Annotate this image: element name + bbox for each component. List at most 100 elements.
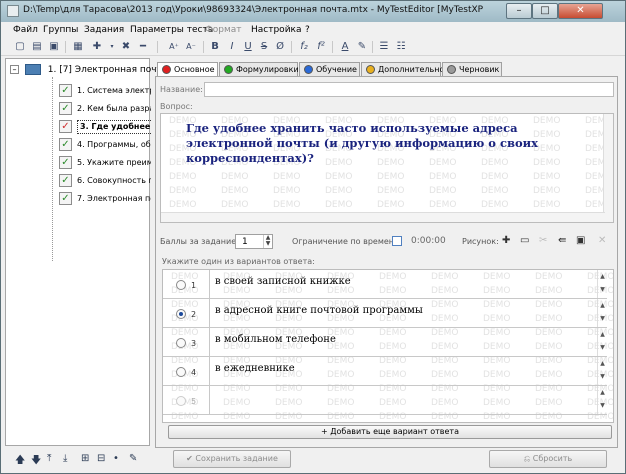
answer-radio[interactable] <box>176 338 186 348</box>
tab-draft[interactable]: Черновик <box>442 62 502 76</box>
demo-watermark-text: DEMO <box>325 186 353 196</box>
scroll-arrows-icon[interactable]: ▲ ▼ <box>597 386 607 414</box>
vertical-scrollbar[interactable] <box>603 114 613 222</box>
tab-label: Обучение <box>316 65 357 74</box>
menu-help[interactable]: ? <box>305 25 310 35</box>
menu-test-params[interactable]: Параметры теста <box>130 25 213 35</box>
folder-icon <box>24 64 41 75</box>
copy-icon[interactable]: ⇚ <box>558 235 566 246</box>
tree-root-group[interactable]: – 1. [7] Электронная почта <box>10 64 167 75</box>
menu-file[interactable]: Файл <box>13 25 38 35</box>
answer-field[interactable] <box>209 386 607 414</box>
demo-watermark-text: DEMO <box>325 200 353 210</box>
minus-icon[interactable]: ━ <box>136 40 150 54</box>
italic-icon[interactable]: I <box>225 40 239 54</box>
dropdown-arrow-icon[interactable]: ▾ <box>105 40 119 54</box>
tree-item[interactable]: ✓ 2. Кем была разработана <box>59 100 151 118</box>
add-picture-icon[interactable]: ✚ <box>502 235 510 246</box>
answer-text: в адресной книге почтовой программы <box>215 305 423 316</box>
tree-item[interactable]: ✓ 1. Система электронной почты <box>59 82 151 100</box>
tree-item-label: 4. Программы, обслуживающие <box>77 140 151 149</box>
tab-main[interactable]: Основное <box>157 62 218 77</box>
answer-row: 5 ▲ ▼ <box>163 386 607 415</box>
scroll-arrows-icon[interactable]: ▲ ▼ <box>597 328 607 356</box>
answer-radio[interactable] <box>176 280 186 290</box>
open-icon[interactable]: ▤ <box>30 40 44 54</box>
subscript-icon[interactable]: f₂ <box>297 40 311 54</box>
answer-radio[interactable] <box>176 396 186 406</box>
menu-bar: Файл Группы Задания Параметры теста Форм… <box>1 22 625 38</box>
task-check-icon: ✓ <box>59 192 72 205</box>
expand-all-icon[interactable]: ⊞ <box>81 453 89 464</box>
bold-icon[interactable]: B <box>208 40 222 54</box>
menu-tasks[interactable]: Задания <box>84 25 124 35</box>
task-check-icon: ✓ <box>59 102 72 115</box>
menu-groups[interactable]: Группы <box>43 25 78 35</box>
scroll-arrows-icon[interactable]: ▲ ▼ <box>597 270 607 298</box>
answers-label: Укажите один из вариантов ответа: <box>162 257 315 266</box>
task-check-icon: ✓ <box>59 156 72 169</box>
points-stepper[interactable]: 1 ▲ ▼ <box>235 234 273 249</box>
numbered-list-icon[interactable]: ☷ <box>394 40 408 54</box>
tab-additional[interactable]: Дополнительно <box>361 62 444 76</box>
move-up-icon[interactable]: 🡅 <box>15 453 25 470</box>
name-input[interactable] <box>204 82 614 97</box>
bullet-list-icon[interactable]: ☰ <box>377 40 391 54</box>
move-down-icon[interactable]: 🡇 <box>31 453 41 470</box>
tree-item[interactable]: ✓ 4. Программы, обслуживающие <box>59 136 151 154</box>
tab-training[interactable]: Обучение <box>299 62 360 76</box>
maximize-button[interactable]: □ <box>532 3 558 19</box>
tree-item-selected[interactable]: ✓ 3. Где удобнее хранить <box>59 118 151 136</box>
add-group-icon[interactable]: ▦ <box>71 40 85 54</box>
clear-format-icon[interactable]: Ø <box>273 40 287 54</box>
name-label: Название: <box>160 85 203 94</box>
add-task-icon[interactable]: ✚ <box>90 40 104 54</box>
answer-radio[interactable] <box>176 367 186 377</box>
save-task-button[interactable]: ✔ Сохранить задание <box>173 450 291 468</box>
delete-picture-icon[interactable]: ✕ <box>598 235 606 246</box>
increase-font-icon[interactable]: A⁺ <box>167 40 181 54</box>
tab-formulations[interactable]: Формулировки <box>219 62 299 76</box>
superscript-icon[interactable]: f² <box>314 40 328 54</box>
highlight-icon[interactable]: ✎ <box>355 40 369 54</box>
menu-settings[interactable]: Настройка <box>251 25 302 35</box>
strikethrough-icon[interactable]: S <box>257 40 271 54</box>
scroll-arrows-icon[interactable]: ▲ ▼ <box>597 357 607 385</box>
demo-watermark-text: DEMO <box>429 200 457 210</box>
dot-icon[interactable]: • <box>113 453 119 464</box>
move-bottom-icon[interactable]: ⤓ <box>63 453 67 464</box>
monitor-icon[interactable]: ▭ <box>520 235 529 246</box>
question-editor[interactable]: DEMO DEMO DEMO DEMO DEMO DEMO DEMO DEMO DEMO DEMO… <box>160 113 614 223</box>
save-icon[interactable]: ▣ <box>47 40 61 54</box>
close-button[interactable]: ✕ <box>558 3 603 19</box>
answer-radio-selected[interactable] <box>176 309 186 319</box>
tree-item[interactable]: ✓ 6. Совокупность правил <box>59 172 151 190</box>
task-check-icon: ✓ <box>59 174 72 187</box>
stepper-arrows-icon[interactable]: ▲ ▼ <box>263 235 272 248</box>
time-limit-checkbox[interactable] <box>392 236 402 246</box>
add-answer-button[interactable]: + Добавить еще вариант ответа <box>168 425 612 439</box>
tree-item[interactable]: ✓ 7. Электронная почта <box>59 190 151 208</box>
blue-dot-icon <box>304 65 313 74</box>
menu-format[interactable]: Формат <box>205 25 242 35</box>
new-icon[interactable]: ▢ <box>13 40 27 54</box>
collapse-icon[interactable]: – <box>10 65 19 74</box>
tree-item[interactable]: ✓ 5. Укажите преимущества <box>59 154 151 172</box>
save-picture-icon[interactable]: ▣ <box>576 235 585 246</box>
underline-icon[interactable]: U <box>241 40 255 54</box>
horizontal-scrollbar[interactable] <box>161 212 605 222</box>
collapse-all-icon[interactable]: ⊟ <box>97 453 105 464</box>
move-top-icon[interactable]: ⤒ <box>47 453 51 464</box>
edit-icon[interactable]: ✎ <box>129 453 137 464</box>
demo-watermark-text: DEMO <box>429 186 457 196</box>
minimize-button[interactable]: – <box>506 3 532 19</box>
cut-icon[interactable]: ✂ <box>539 235 547 246</box>
tab-label: Формулировки <box>236 65 299 74</box>
reset-button[interactable]: ⎌ Сбросить <box>489 450 607 468</box>
decrease-font-icon[interactable]: A⁻ <box>184 40 198 54</box>
answer-row: 2 в адресной книге почтовой программы ▲ ▼ <box>163 299 607 328</box>
font-color-icon[interactable]: A <box>338 40 352 54</box>
scroll-arrows-icon[interactable]: ▲ ▼ <box>597 299 607 327</box>
toolbar: ▢ ▤ ▣ ▦ ✚ ▾ ✖ ━ A⁺ A⁻ B I U S Ø f₂ f² A … <box>1 38 625 56</box>
delete-icon[interactable]: ✖ <box>119 40 133 54</box>
